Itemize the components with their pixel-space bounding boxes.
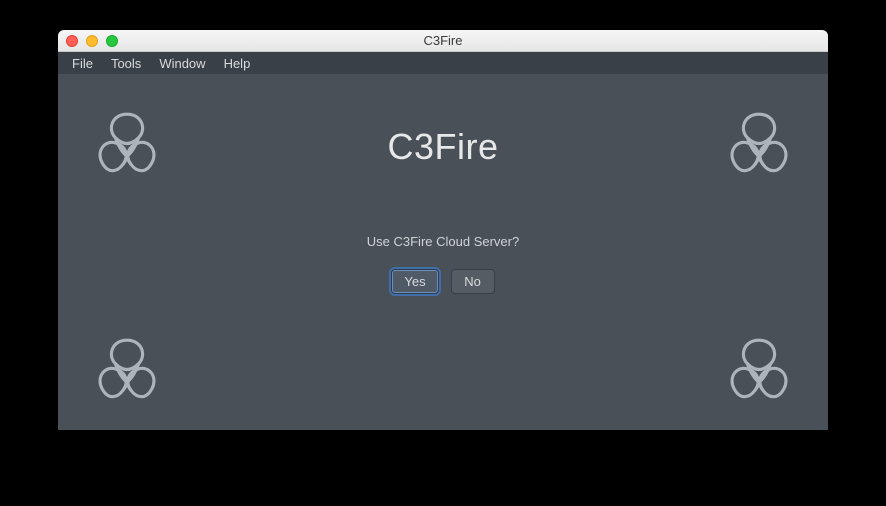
window-titlebar: C3Fire (58, 30, 828, 52)
page-title: C3Fire (58, 126, 828, 168)
minimize-icon[interactable] (86, 35, 98, 47)
maximize-icon[interactable] (106, 35, 118, 47)
menu-file[interactable]: File (64, 54, 101, 73)
menubar: File Tools Window Help (58, 52, 828, 74)
knot-logo-icon (88, 334, 166, 412)
window-title: C3Fire (58, 33, 828, 48)
app-window: C3Fire File Tools Window Help C3Fire Use… (58, 30, 828, 430)
button-row: Yes No (58, 269, 828, 294)
menu-window[interactable]: Window (151, 54, 213, 73)
knot-logo-icon (720, 334, 798, 412)
content-area: C3Fire Use C3Fire Cloud Server? Yes No (58, 74, 828, 430)
menu-help[interactable]: Help (216, 54, 259, 73)
no-button[interactable]: No (451, 269, 495, 294)
menu-tools[interactable]: Tools (103, 54, 149, 73)
close-icon[interactable] (66, 35, 78, 47)
yes-button[interactable]: Yes (391, 269, 438, 294)
window-controls (58, 35, 118, 47)
prompt-text: Use C3Fire Cloud Server? (58, 234, 828, 249)
